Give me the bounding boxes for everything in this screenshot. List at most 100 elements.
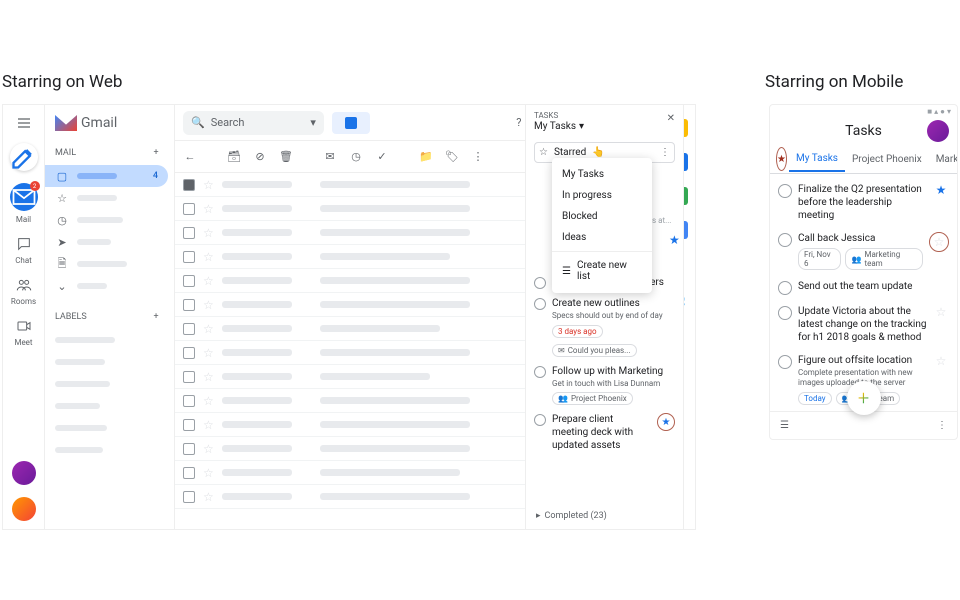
nav-label[interactable]: [45, 373, 174, 395]
back-icon[interactable]: ←: [181, 148, 199, 166]
star-toggle[interactable]: ☆: [203, 202, 214, 216]
mobile-task-list[interactable]: Finalize the Q2 presentation before the …: [770, 174, 957, 411]
task-checkbox[interactable]: [778, 281, 792, 295]
star-toggle[interactable]: ☆: [203, 394, 214, 408]
markread-icon[interactable]: ✉: [321, 148, 339, 166]
mobile-task[interactable]: Call back Jessica Fri, Nov 6 👥Marketing …: [770, 227, 957, 275]
labels-icon[interactable]: 🏷: [443, 148, 461, 166]
task-checkbox[interactable]: [534, 366, 546, 378]
menu-icon[interactable]: ☰: [780, 420, 789, 431]
moveto-icon[interactable]: 📁: [417, 148, 435, 166]
checkbox[interactable]: [183, 227, 195, 239]
email-chip[interactable]: ✉Could you pleas...: [552, 344, 637, 357]
nav-label[interactable]: [45, 417, 174, 439]
star-toggle[interactable]: ☆: [203, 346, 214, 360]
delete-icon[interactable]: 🗑: [277, 148, 295, 166]
star-toggle[interactable]: ☆: [203, 298, 214, 312]
checkbox[interactable]: [183, 467, 195, 479]
star-toggle-highlighted[interactable]: ★: [657, 413, 675, 431]
menu-blocked[interactable]: Blocked: [552, 206, 652, 227]
mobile-task[interactable]: Send out the team update: [770, 275, 957, 300]
starred-tab[interactable]: ★: [776, 147, 787, 171]
checkbox[interactable]: [183, 395, 195, 407]
mobile-avatar[interactable]: [927, 120, 949, 142]
checkbox[interactable]: [183, 251, 195, 263]
task-checkbox[interactable]: [778, 233, 792, 247]
star-toggle[interactable]: ☆: [203, 442, 214, 456]
mobile-task[interactable]: Update Victoria about the latest change …: [770, 300, 957, 349]
star-toggle[interactable]: ☆: [203, 178, 214, 192]
star-toggle[interactable]: ☆: [203, 250, 214, 264]
task-checkbox[interactable]: [534, 414, 546, 426]
nav-drafts[interactable]: 🗎: [45, 253, 174, 275]
checkbox[interactable]: [183, 347, 195, 359]
tab-phoenix[interactable]: Project Phoenix: [845, 148, 929, 171]
rooms-icon[interactable]: [16, 277, 32, 293]
kebab-icon[interactable]: ⋮: [660, 147, 670, 158]
project-chip[interactable]: 👥Project Phoenix: [552, 392, 633, 405]
checkbox[interactable]: [183, 371, 195, 383]
task-checkbox[interactable]: [534, 277, 546, 289]
archive-icon[interactable]: 🗃: [225, 148, 243, 166]
nav-snoozed[interactable]: ◷: [45, 209, 174, 231]
task-item[interactable]: Follow up with Marketing Get in touch wi…: [534, 365, 675, 405]
star-toggle[interactable]: ☆: [203, 274, 214, 288]
user-avatar-rail[interactable]: [12, 461, 36, 485]
star-toggle[interactable]: ☆: [203, 466, 214, 480]
nav-label[interactable]: [45, 329, 174, 351]
docs-chip[interactable]: [332, 112, 370, 134]
star-toggle[interactable]: ☆: [203, 370, 214, 384]
nav-starred[interactable]: ☆: [45, 187, 174, 209]
mobile-task[interactable]: Finalize the Q2 presentation before the …: [770, 178, 957, 227]
nav-inbox[interactable]: ▢4: [45, 165, 168, 187]
nav-more[interactable]: ⌄: [45, 275, 174, 297]
star-toggle[interactable]: ☆: [203, 418, 214, 432]
add-mail-icon[interactable]: +: [148, 145, 164, 161]
spam-icon[interactable]: ⊘: [251, 148, 269, 166]
chevron-down-icon[interactable]: ▾: [310, 116, 316, 129]
nav-label[interactable]: [45, 439, 174, 461]
search-input[interactable]: 🔍Search▾: [183, 111, 324, 135]
close-icon[interactable]: ✕: [667, 113, 675, 124]
checkbox[interactable]: [183, 419, 195, 431]
star-toggle[interactable]: ☆: [933, 305, 949, 344]
task-item[interactable]: Create new outlines Specs should out by …: [534, 297, 675, 356]
mail-app-button[interactable]: 2: [10, 183, 38, 211]
menu-icon[interactable]: [16, 115, 32, 131]
org-avatar[interactable]: [12, 497, 36, 521]
task-checkbox[interactable]: [778, 355, 792, 369]
star-toggle[interactable]: ☆: [203, 322, 214, 336]
checkbox[interactable]: [183, 299, 195, 311]
nav-label[interactable]: [45, 395, 174, 417]
checkbox[interactable]: [183, 275, 195, 287]
more-icon[interactable]: ⋮: [469, 148, 487, 166]
menu-inprogress[interactable]: In progress: [552, 185, 652, 206]
add-label-icon[interactable]: +: [148, 309, 164, 325]
menu-ideas[interactable]: Ideas: [552, 227, 652, 248]
meet-icon[interactable]: [16, 318, 32, 334]
completed-toggle[interactable]: ▸Completed (23): [536, 511, 607, 521]
task-checkbox[interactable]: [778, 306, 792, 320]
fab-add-task[interactable]: +: [847, 381, 881, 415]
compose-button[interactable]: [10, 143, 38, 171]
chat-icon[interactable]: [16, 236, 32, 252]
star-toggle[interactable]: ☆: [203, 226, 214, 240]
nav-sent[interactable]: ➤: [45, 231, 174, 253]
team-chip[interactable]: 👥Marketing team: [845, 248, 923, 270]
star-toggle[interactable]: ☆: [933, 354, 949, 405]
star-toggle-highlighted[interactable]: ☆: [929, 232, 949, 252]
menu-createnew[interactable]: ☰Create new list: [552, 255, 652, 287]
kebab-icon[interactable]: ⋮: [937, 420, 947, 431]
tab-marketing[interactable]: Marketi: [929, 148, 958, 171]
snooze-icon[interactable]: ◷: [347, 148, 365, 166]
task-item[interactable]: Prepare client meeting deck with updated…: [534, 413, 675, 452]
task-checkbox[interactable]: [534, 298, 546, 310]
list-dropdown[interactable]: My Tasks▾: [534, 121, 584, 132]
addtask-icon[interactable]: ✓: [373, 148, 391, 166]
nav-label[interactable]: [45, 351, 174, 373]
star-filled-icon[interactable]: ★: [669, 233, 680, 247]
star-toggle[interactable]: ★: [933, 183, 949, 222]
task-checkbox[interactable]: [778, 184, 792, 198]
checkbox[interactable]: [183, 203, 195, 215]
checkbox[interactable]: [183, 323, 195, 335]
